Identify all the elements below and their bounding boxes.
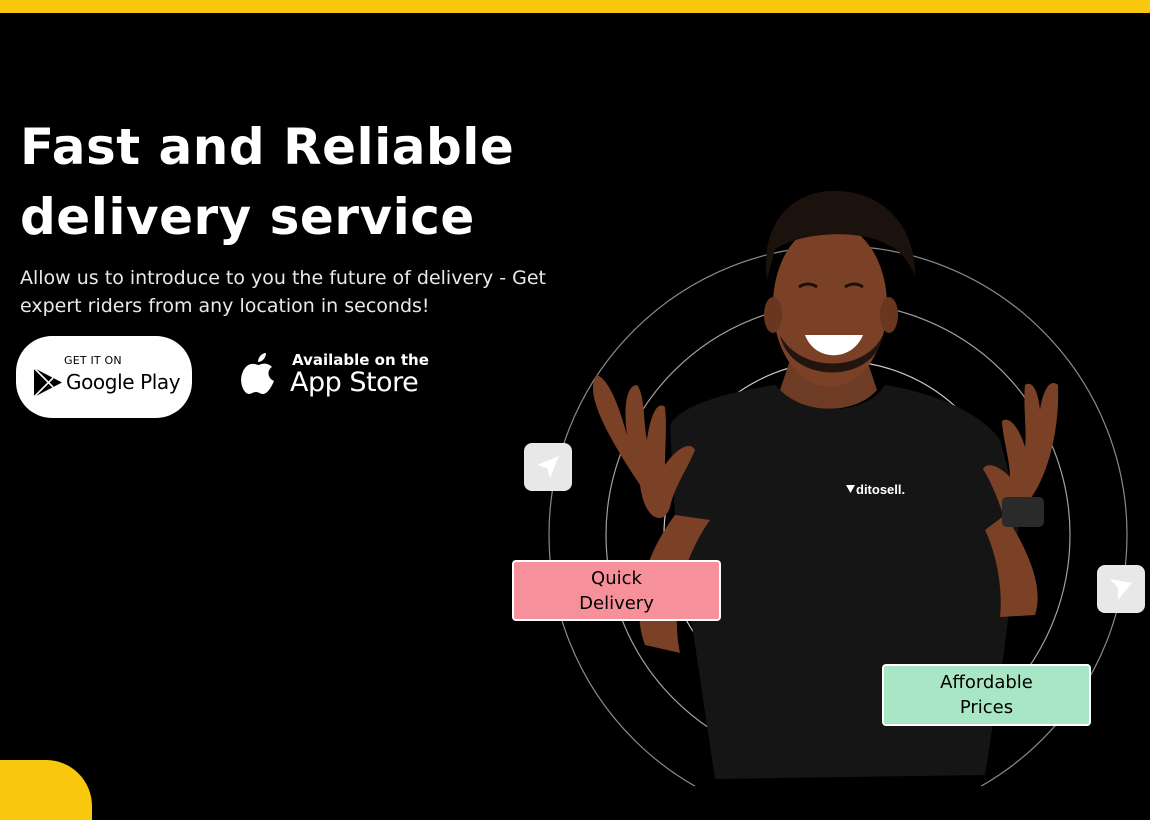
quick-delivery-line-2: Delivery	[579, 592, 654, 614]
affordable-prices-line-2: Prices	[959, 697, 1014, 718]
google-play-button[interactable]: GET IT ON Google Play	[16, 336, 192, 418]
google-play-small-text: GET IT ON	[64, 354, 122, 367]
hero-title-line-2: delivery service	[20, 188, 475, 246]
app-store-label: App Store	[290, 367, 419, 398]
affordable-prices-tag: Affordable Prices	[882, 664, 1091, 726]
location-pin-right	[1097, 565, 1145, 613]
navigation-arrow-icon	[537, 456, 559, 478]
app-store-button[interactable]: Available on the App Store	[238, 346, 432, 406]
shirt-brand-logo: ditosell.	[856, 482, 905, 497]
quick-delivery-tag: Quick Delivery	[512, 560, 721, 621]
hero-title-line-1: Fast and Reliable	[20, 118, 515, 176]
apple-icon	[241, 353, 274, 394]
hero-title: Fast and Reliable delivery service	[20, 112, 580, 252]
navigation-arrow-icon	[1110, 579, 1132, 600]
affordable-prices-line-1: Affordable	[940, 672, 1033, 693]
google-play-label: Google Play	[66, 370, 181, 394]
bottom-accent-shape	[0, 760, 92, 820]
top-accent-bar	[0, 0, 1150, 13]
hero-visual: ditosell. Quick Delivery Affordable Pric…	[505, 185, 1150, 786]
quick-delivery-line-1: Quick	[591, 567, 642, 589]
google-play-icon	[33, 367, 62, 398]
location-pin-left	[524, 443, 572, 491]
